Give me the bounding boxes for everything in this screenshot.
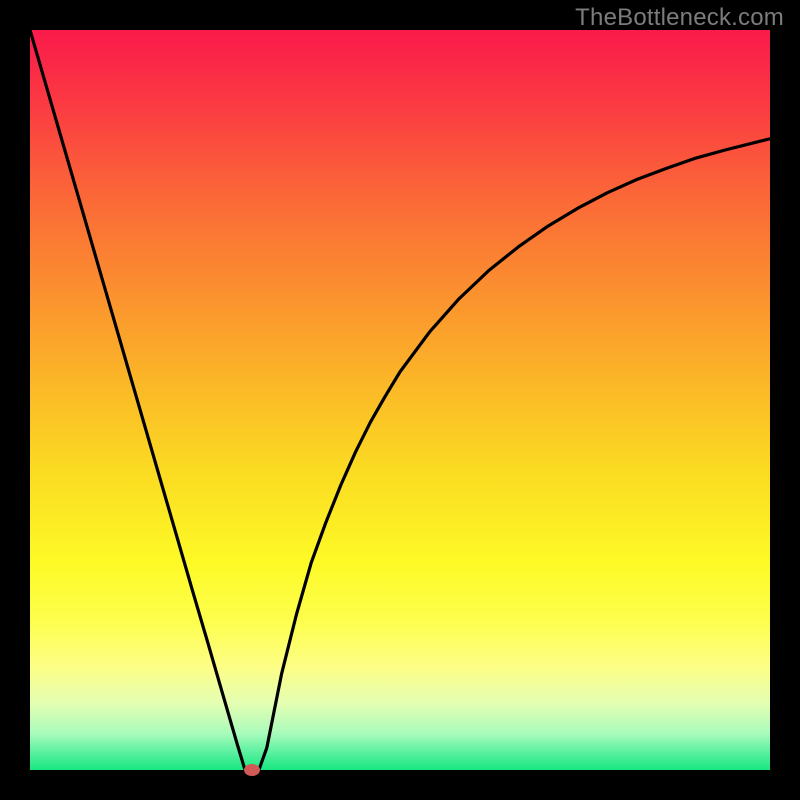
bottleneck-curve <box>30 30 770 770</box>
optimum-marker <box>244 764 260 776</box>
curve-layer <box>30 30 770 770</box>
chart-container: TheBottleneck.com <box>0 0 800 800</box>
plot-area <box>30 30 770 770</box>
attribution-text: TheBottleneck.com <box>575 4 784 32</box>
